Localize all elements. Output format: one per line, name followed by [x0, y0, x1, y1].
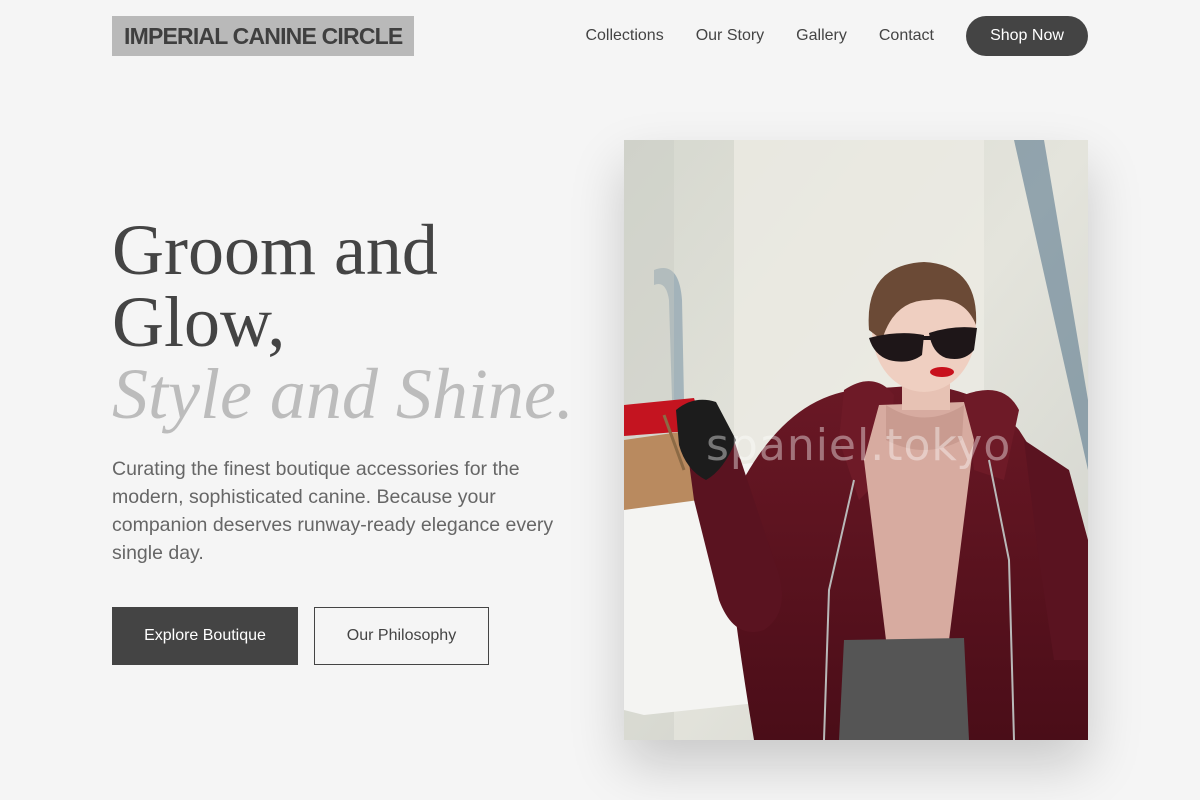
image-watermark: spaniel.tokyo — [706, 420, 1012, 471]
brand-logo[interactable]: IMPERIAL CANINE CIRCLE — [112, 16, 415, 56]
hero-description: Curating the finest boutique accessories… — [112, 458, 554, 564]
hero-title-line-1: Groom and — [112, 210, 438, 290]
shop-now-button[interactable]: Shop Now — [966, 16, 1088, 56]
hero-title-line-2: Glow, — [112, 282, 286, 362]
our-philosophy-button[interactable]: Our Philosophy — [314, 607, 489, 665]
nav-link-collections[interactable]: Collections — [585, 27, 663, 45]
main-nav: Collections Our Story Gallery Contact Sh… — [585, 16, 1088, 56]
explore-boutique-button[interactable]: Explore Boutique — [112, 607, 298, 665]
site-header: IMPERIAL CANINE CIRCLE Collections Our S… — [112, 16, 1088, 56]
hero-actions: Explore Boutique Our Philosophy — [112, 607, 489, 665]
nav-link-contact[interactable]: Contact — [879, 27, 934, 45]
nav-link-our-story[interactable]: Our Story — [696, 27, 764, 45]
hero-title: Groom and Glow, Style and Shine. — [112, 214, 592, 430]
hero-image: spaniel.tokyo — [624, 140, 1088, 740]
nav-link-gallery[interactable]: Gallery — [796, 27, 847, 45]
hero-title-tagline: Style and Shine. — [112, 354, 574, 434]
